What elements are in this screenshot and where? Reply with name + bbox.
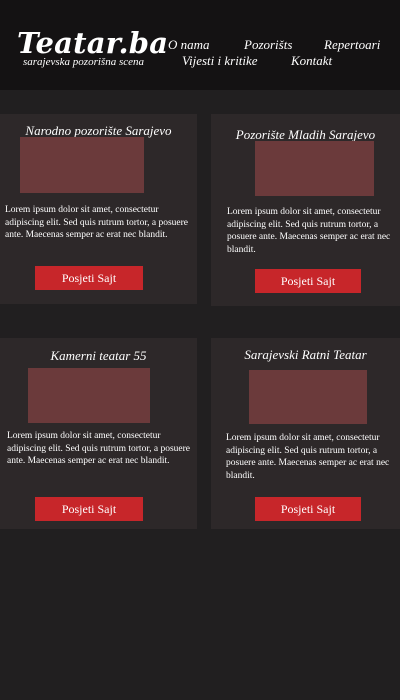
theater-card: Pozorište Mladih Sarajevo Lorem ipsum do… — [211, 114, 400, 306]
theater-card-title: Kamerni teatar 55 — [50, 348, 147, 363]
theater-image-placeholder — [28, 368, 150, 423]
theater-card-description: Lorem ipsum dolor sit amet, consectetur … — [7, 431, 190, 466]
visit-site-button[interactable]: Posjeti Sajt — [35, 266, 143, 290]
nav-link-pozorista[interactable]: Pozorišts — [244, 37, 292, 53]
theater-image-placeholder — [255, 141, 374, 196]
theater-card-description: Lorem ipsum dolor sit amet, consectetur … — [5, 205, 188, 240]
theater-image-placeholder — [249, 370, 367, 424]
theater-card: Kamerni teatar 55 Lorem ipsum dolor sit … — [0, 338, 197, 529]
logo-title: Teatar.ba — [17, 26, 169, 60]
nav-link-o-nama[interactable]: O nama — [168, 37, 210, 53]
site-header: Teatar.ba sarajevska pozorišna scena O n… — [0, 0, 400, 90]
logo-tagline: sarajevska pozorišna scena — [23, 56, 144, 68]
theater-card: Narodno pozorište Sarajevo Lorem ipsum d… — [0, 114, 197, 304]
nav-link-vijesti-i-kritike[interactable]: Vijesti i kritike — [182, 53, 258, 69]
visit-site-button[interactable]: Posjeti Sajt — [255, 269, 361, 293]
nav-link-repertoari[interactable]: Repertoari — [324, 37, 380, 53]
visit-site-button[interactable]: Posjeti Sajt — [255, 497, 361, 521]
theater-card-description: Lorem ipsum dolor sit amet, consectetur … — [227, 207, 391, 255]
theater-card-description: Lorem ipsum dolor sit amet, consectetur … — [226, 433, 390, 481]
visit-site-button[interactable]: Posjeti Sajt — [35, 497, 143, 521]
theater-card-title: Sarajevski Ratni Teatar — [244, 347, 367, 362]
theater-card: Sarajevski Ratni Teatar Lorem ipsum dolo… — [211, 338, 400, 529]
nav-link-kontakt[interactable]: Kontakt — [291, 53, 332, 69]
theater-image-placeholder — [20, 137, 144, 193]
